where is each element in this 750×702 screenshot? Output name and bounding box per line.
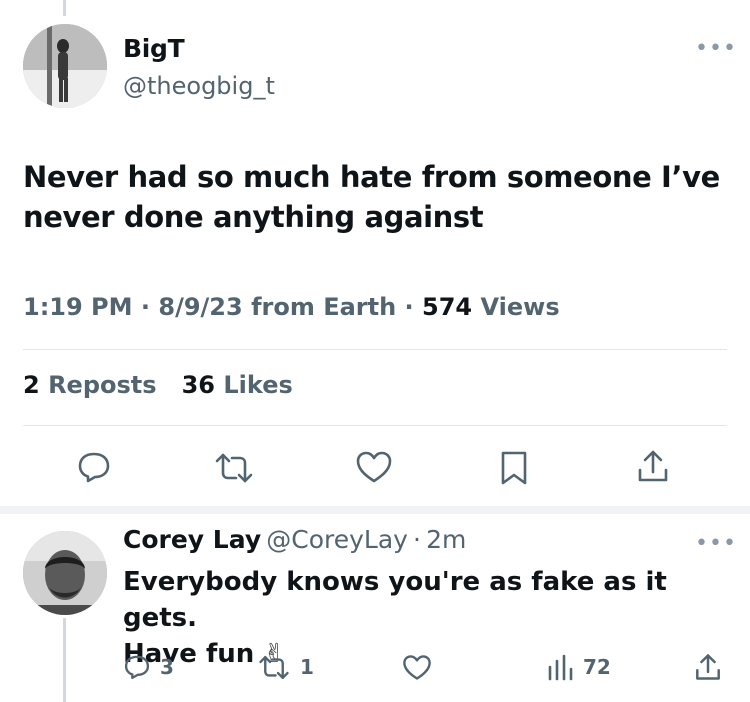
thread-line-top xyxy=(63,0,66,16)
reply-reply-count: 3 xyxy=(160,655,174,679)
reposts-label: Reposts xyxy=(48,371,157,399)
thread-line-bottom xyxy=(63,618,66,702)
reply-timestamp[interactable]: 2m xyxy=(426,525,466,554)
reply-views-count: 72 xyxy=(583,655,611,679)
reply-text: Everybody knows you're as fake as it get… xyxy=(123,564,743,672)
tweet-text-line2: never done anything against xyxy=(23,200,484,234)
views-count: 574 xyxy=(422,293,473,321)
likes-link[interactable]: 36 Likes xyxy=(182,371,293,399)
reposts-count: 2 xyxy=(23,371,40,399)
more-options-icon[interactable]: ••• xyxy=(695,36,737,61)
divider-2 xyxy=(23,425,727,426)
avatar[interactable] xyxy=(23,24,107,108)
likes-label: Likes xyxy=(223,371,293,399)
reply-share-icon[interactable] xyxy=(694,652,722,682)
heart-icon[interactable] xyxy=(355,450,393,484)
section-separator xyxy=(0,506,750,514)
tweet-metadata: 1:19 PM · 8/9/23 from Earth · 574 Views xyxy=(23,293,560,321)
display-name[interactable]: BigT xyxy=(123,34,185,63)
reply-handle[interactable]: @CoreyLay xyxy=(266,525,408,554)
reposts-link[interactable]: 2 Reposts xyxy=(23,371,165,399)
reply-display-name[interactable]: Corey Lay xyxy=(123,525,261,554)
reply-more-options-icon[interactable]: ••• xyxy=(695,531,737,556)
reply-repost-icon[interactable] xyxy=(258,654,290,681)
bookmark-icon[interactable] xyxy=(500,450,528,486)
reply-icon[interactable] xyxy=(76,449,112,485)
engagement-stats: 2 Reposts 36 Likes xyxy=(23,371,293,399)
reply-header: Corey Lay @CoreyLay · 2m xyxy=(123,525,467,554)
likes-count: 36 xyxy=(181,371,216,399)
tweet-source: from Earth xyxy=(251,293,397,321)
divider-1 xyxy=(23,349,727,350)
tweet-date[interactable]: 8/9/23 xyxy=(158,293,242,321)
reply-text-line1: Everybody knows you're as fake as it get… xyxy=(123,567,667,633)
share-icon[interactable] xyxy=(636,448,670,484)
tweet-text-line1: Never had so much hate from someone I’ve xyxy=(23,160,720,194)
tweet-time[interactable]: 1:19 PM xyxy=(23,293,133,321)
repost-icon[interactable] xyxy=(214,451,254,485)
reply-reply-icon[interactable] xyxy=(123,653,151,681)
analytics-icon[interactable] xyxy=(546,653,574,681)
handle[interactable]: @theogbig_t xyxy=(123,72,275,100)
views-label: Views xyxy=(480,293,560,321)
reply-repost-count: 1 xyxy=(300,655,314,679)
tweet-text: Never had so much hate from someone I’ve… xyxy=(23,157,733,237)
reply-avatar[interactable] xyxy=(23,531,107,615)
reply-heart-icon[interactable] xyxy=(402,654,432,681)
